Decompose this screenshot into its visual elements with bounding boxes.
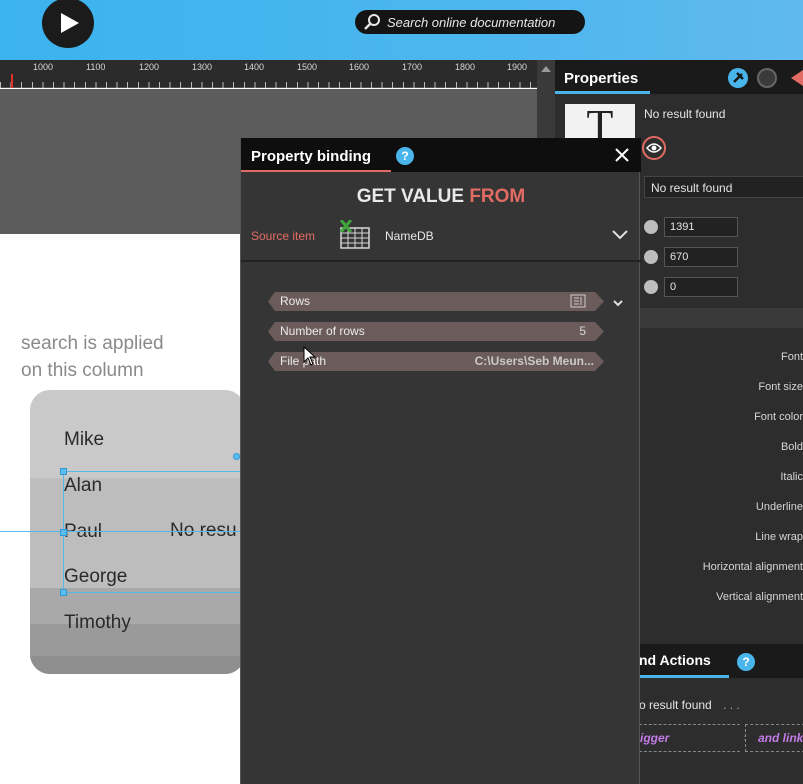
actions-no-result-text: o result found bbox=[639, 698, 712, 712]
rotation-input[interactable]: 0 bbox=[664, 277, 738, 297]
expand-rows-button[interactable] bbox=[612, 296, 624, 308]
row-value: 5 bbox=[579, 324, 586, 338]
binding-row-rows[interactable]: Rows bbox=[268, 292, 604, 311]
dialog-heading: GET VALUE FROM bbox=[241, 186, 641, 208]
font-color-label: Font color bbox=[754, 411, 803, 423]
binding-row-file-path[interactable]: File path C:\Users\Seb Meun... bbox=[268, 352, 604, 371]
horizontal-ruler: 1000 1100 1200 1300 1400 1500 1600 1700 … bbox=[0, 60, 555, 88]
link-icon[interactable] bbox=[757, 68, 777, 88]
list-item[interactable]: Timothy bbox=[30, 600, 245, 646]
ruler-label: 1100 bbox=[86, 62, 106, 72]
source-dropdown-button[interactable] bbox=[611, 228, 629, 240]
ruler-label: 1900 bbox=[507, 62, 528, 72]
heading-get-value: GET VALUE bbox=[356, 186, 465, 207]
row-label: Number of rows bbox=[280, 324, 365, 338]
chevron-down-icon bbox=[612, 230, 628, 240]
dialog-header: Property binding ? bbox=[241, 138, 641, 172]
play-icon bbox=[61, 13, 79, 33]
source-item-label: Source item bbox=[251, 229, 316, 243]
list-row-background bbox=[30, 656, 245, 674]
actions-no-result: o result found . . . bbox=[639, 698, 740, 712]
ruler-label: 1500 bbox=[297, 62, 318, 72]
vertical-alignment-label: Vertical alignment bbox=[716, 591, 803, 603]
ruler-label: 1700 bbox=[402, 62, 423, 72]
heading-from: FROM bbox=[469, 186, 526, 207]
search-icon bbox=[363, 13, 381, 31]
selection-box[interactable] bbox=[63, 471, 243, 593]
ruler-label: 1600 bbox=[349, 62, 370, 72]
collapse-arrow-icon[interactable] bbox=[791, 70, 803, 86]
ruler-label: 1800 bbox=[455, 62, 476, 72]
list-icon bbox=[570, 294, 586, 314]
search-input[interactable] bbox=[387, 14, 577, 30]
top-toolbar bbox=[0, 0, 803, 60]
section-separator bbox=[639, 308, 803, 328]
properties-header: Properties bbox=[555, 60, 803, 94]
horizontal-alignment-label: Horizontal alignment bbox=[702, 561, 803, 573]
list-item[interactable]: Mike bbox=[30, 417, 245, 463]
actions-header: nd Actions ? bbox=[639, 644, 803, 678]
help-icon[interactable]: ? bbox=[396, 147, 414, 165]
binding-row-number-of-rows[interactable]: Number of rows 5 bbox=[268, 322, 604, 341]
rotate-handle[interactable] bbox=[233, 453, 240, 460]
tab-active-indicator bbox=[639, 675, 729, 678]
close-button[interactable] bbox=[613, 146, 631, 164]
row-label: Rows bbox=[280, 294, 311, 308]
dialog-divider bbox=[241, 260, 641, 262]
property-binding-dialog: Property binding ? GET VALUE FROM Source… bbox=[240, 138, 641, 784]
dialog-title: Property binding bbox=[251, 148, 371, 165]
properties-name-value: No result found bbox=[644, 107, 726, 121]
excel-table-icon bbox=[339, 219, 371, 250]
trigger-chip[interactable]: igger bbox=[639, 724, 745, 752]
underline-label: Underline bbox=[755, 501, 803, 513]
ruler-label: 1400 bbox=[244, 62, 265, 72]
resize-handle[interactable] bbox=[60, 589, 67, 596]
font-label: Font bbox=[780, 351, 803, 363]
bind-dot-icon[interactable] bbox=[644, 220, 658, 234]
ruler-label: 1300 bbox=[192, 62, 213, 72]
bind-dot-icon[interactable] bbox=[644, 280, 658, 294]
canvas-annotation: search is applied on this column bbox=[21, 330, 164, 384]
tab-active-indicator bbox=[241, 170, 391, 172]
scroll-up-arrow-icon[interactable] bbox=[541, 66, 551, 72]
documentation-search[interactable] bbox=[355, 10, 585, 34]
y-position-input[interactable]: 670 bbox=[664, 247, 738, 267]
resize-handle[interactable] bbox=[60, 529, 67, 536]
italic-label: Italic bbox=[780, 471, 803, 483]
help-icon[interactable]: ? bbox=[737, 653, 755, 671]
annotation-line-1: search is applied bbox=[21, 333, 164, 354]
mouse-cursor-icon bbox=[303, 345, 317, 366]
bold-label: Bold bbox=[780, 441, 803, 453]
chevron-down-icon bbox=[613, 300, 623, 307]
tab-active-indicator bbox=[555, 91, 650, 94]
properties-title: Properties bbox=[564, 70, 639, 87]
eye-icon bbox=[646, 143, 662, 153]
ruler-label: 1000 bbox=[33, 62, 54, 72]
binding-value-select[interactable]: No result found bbox=[644, 176, 803, 198]
x-position-input[interactable]: 1391 bbox=[664, 217, 738, 237]
ruler-position-marker bbox=[11, 74, 13, 88]
ruler-ticks bbox=[0, 74, 537, 88]
visibility-toggle[interactable] bbox=[642, 136, 666, 160]
annotation-line-2: on this column bbox=[21, 360, 144, 381]
resize-handle[interactable] bbox=[60, 468, 67, 475]
ruler-label: 1200 bbox=[139, 62, 160, 72]
more-dots[interactable]: . . . bbox=[723, 698, 740, 712]
row-value: C:\Users\Seb Meun... bbox=[474, 354, 594, 368]
source-item-name: NameDB bbox=[385, 229, 434, 243]
play-button[interactable] bbox=[42, 0, 94, 48]
bind-dot-icon[interactable] bbox=[644, 250, 658, 264]
line-wrap-label: Line wrap bbox=[755, 531, 803, 543]
pin-icon[interactable] bbox=[728, 68, 748, 88]
actions-title: nd Actions bbox=[639, 652, 711, 668]
font-size-label: Font size bbox=[758, 381, 803, 393]
link-chip[interactable]: and link bbox=[745, 724, 803, 752]
close-icon bbox=[615, 148, 629, 162]
